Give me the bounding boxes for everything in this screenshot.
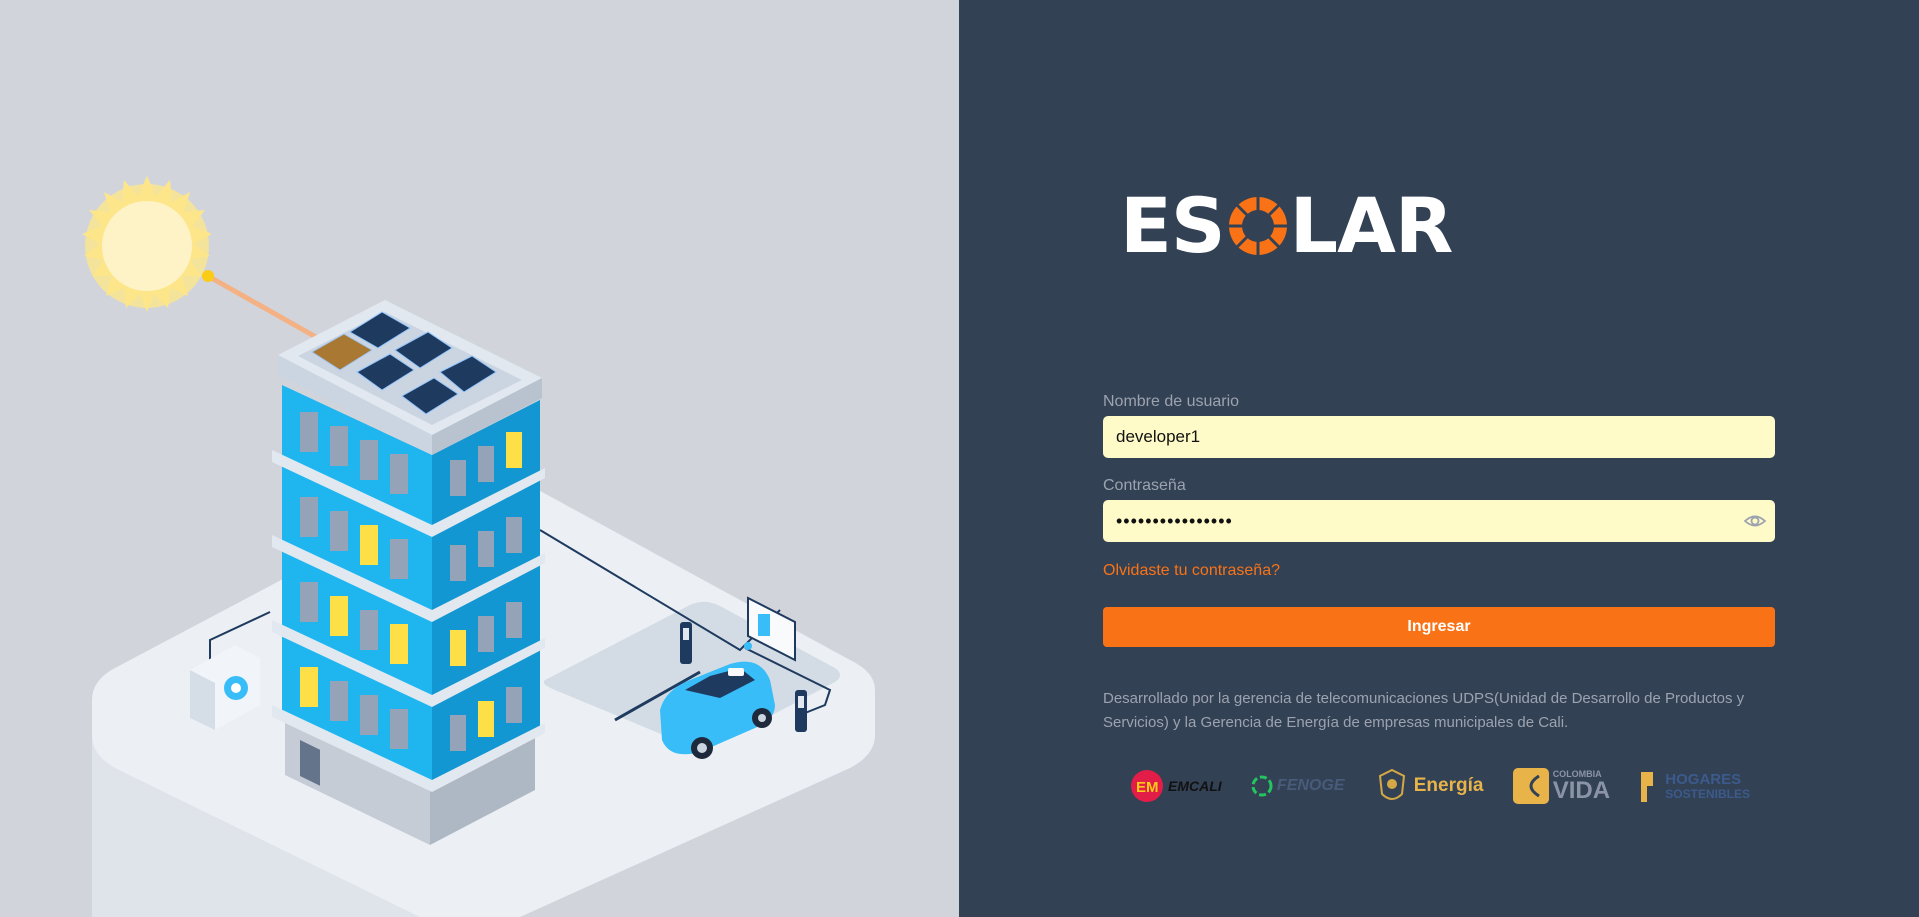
sostenibles-text: SOSTENIBLES bbox=[1665, 786, 1750, 801]
hogares-text: HOGARES bbox=[1665, 770, 1742, 788]
fenoge-emblem-icon bbox=[1251, 775, 1273, 797]
vida-emblem-icon bbox=[1512, 768, 1549, 804]
eye-icon[interactable] bbox=[1743, 510, 1767, 532]
partner-logos: EM EMCALI FENOGE Energía COLOMBIA VIDA H… bbox=[1130, 764, 1750, 808]
emcali-emblem-icon: EM bbox=[1131, 770, 1163, 802]
login-button[interactable]: Ingresar bbox=[1103, 607, 1775, 647]
brand-name-prefix: ES bbox=[1120, 181, 1226, 270]
username-field-wrapper bbox=[1103, 416, 1775, 458]
emcali-text: EMCALI bbox=[1168, 778, 1222, 794]
password-field-wrapper bbox=[1103, 500, 1775, 542]
energia-logo: Energía bbox=[1374, 766, 1484, 806]
fenoge-text: FENOGE bbox=[1276, 777, 1345, 794]
password-input[interactable] bbox=[1103, 500, 1775, 542]
svg-text:EM: EM bbox=[1136, 779, 1159, 796]
credits-text: Desarrollado por la gerencia de telecomu… bbox=[1103, 690, 1745, 731]
username-label: Nombre de usuario bbox=[1103, 393, 1240, 410]
energia-text: Energía bbox=[1413, 775, 1484, 796]
login-form: Nombre de usuario Contraseña Olvidaste t… bbox=[1103, 392, 1775, 735]
fenoge-logo: FENOGE bbox=[1251, 766, 1345, 806]
sun-ring-icon bbox=[1226, 195, 1289, 257]
coat-of-arms-icon bbox=[1378, 768, 1405, 800]
illustration-panel bbox=[0, 0, 959, 917]
hogares-emblem-icon bbox=[1641, 772, 1654, 802]
vida-text: VIDA bbox=[1552, 776, 1611, 804]
brand-name-suffix: LAR bbox=[1289, 181, 1454, 270]
hogares-sostenibles-logo: HOGARES SOSTENIBLES bbox=[1639, 766, 1750, 806]
building-icon bbox=[272, 300, 545, 845]
username-input[interactable] bbox=[1103, 416, 1775, 458]
forgot-password-link[interactable]: Olvidaste tu contraseña? bbox=[1103, 560, 1775, 582]
solar-building-illustration bbox=[82, 176, 875, 917]
sun-icon bbox=[82, 176, 212, 312]
emcali-logo: EM EMCALI bbox=[1130, 766, 1222, 806]
esolar-logo: ES LAR bbox=[1120, 181, 1454, 270]
colombia-vida-logo: COLOMBIA VIDA bbox=[1512, 766, 1611, 806]
password-label: Contraseña bbox=[1103, 477, 1186, 494]
